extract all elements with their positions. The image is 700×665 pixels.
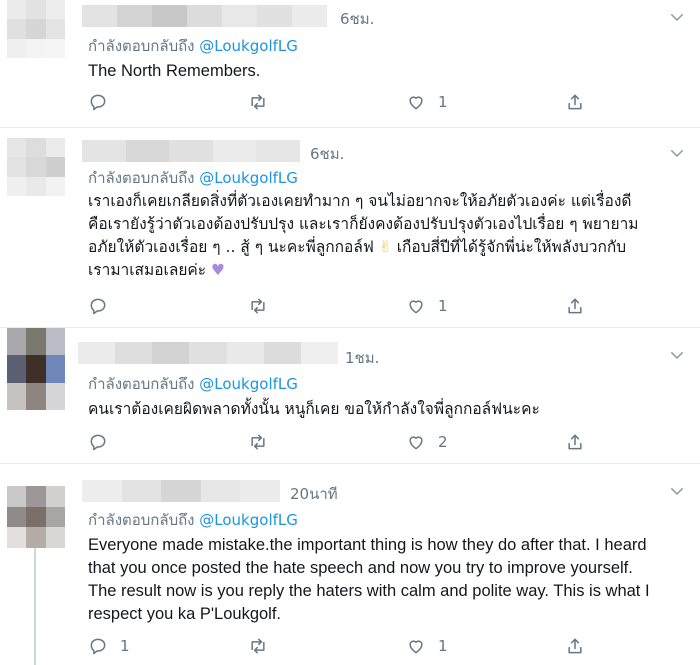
tweet[interactable]: 1ชม. กำลังตอบกลับถึง @LoukgolfLG คนเราต้…	[0, 328, 700, 464]
retweet-icon	[251, 94, 265, 110]
retweet-button[interactable]	[248, 430, 280, 454]
share-icon	[568, 638, 582, 654]
chevron-down-icon[interactable]	[668, 8, 686, 26]
reply-handle-link[interactable]: @LoukgolfLG	[199, 511, 298, 529]
reply-icon	[90, 298, 106, 315]
user-name-blurred[interactable]	[78, 342, 338, 364]
reply-icon	[90, 94, 106, 111]
like-button[interactable]: 1	[406, 294, 448, 318]
tweet-text-segment: อภัยให้ตัวเองเรื่อย ๆ .. สู้ ๆ นะคะพี่ลู…	[88, 238, 374, 256]
replying-to: กำลังตอบกลับถึง @LoukgolfLG	[88, 166, 298, 190]
like-icon	[409, 96, 423, 110]
tweet-time[interactable]: 6ชม.	[310, 142, 344, 166]
reply-prefix: กำลังตอบกลับถึง	[88, 511, 195, 529]
user-name-blurred[interactable]	[82, 140, 300, 162]
tweet-actions: 1	[88, 294, 588, 318]
share-icon	[568, 94, 582, 110]
tweet-text: Everyone made mistake.the important thin…	[88, 534, 688, 626]
tweet[interactable]: 6ชม. กำลังตอบกลับถึง @LoukgolfLG เราเองก…	[0, 128, 700, 328]
reply-handle-link[interactable]: @LoukgolfLG	[199, 375, 298, 393]
retweet-icon	[251, 298, 265, 314]
tweet-time[interactable]: 1ชม.	[345, 346, 379, 370]
share-button[interactable]	[565, 634, 585, 658]
tweet-text-line: respect you ka P'Loukgolf.	[88, 605, 282, 623]
like-count: 2	[438, 433, 448, 451]
tweet-text: The North Remembers.	[88, 62, 261, 80]
tweet[interactable]: 6ชม. กำลังตอบกลับถึง @LoukgolfLG The Nor…	[0, 0, 700, 128]
reply-icon	[90, 638, 106, 655]
tweet-text-line: เราเองก็เคยเกลียดสิ่งที่ตัวเองเคยทำมาก ๆ…	[88, 192, 632, 210]
like-count: 1	[438, 93, 448, 111]
tweet-text-line-with-emoji: เรามาเสมอเลยค่ะ ♥	[88, 259, 688, 282]
avatar[interactable]	[7, 0, 65, 58]
share-icon	[568, 298, 582, 314]
reply-count: 1	[120, 637, 130, 655]
retweet-button[interactable]	[248, 294, 280, 318]
like-count: 1	[438, 297, 448, 315]
thread-connector-line	[34, 548, 36, 665]
reply-handle-link[interactable]: @LoukgolfLG	[199, 169, 298, 187]
user-name-blurred[interactable]	[82, 480, 280, 502]
reply-icon	[90, 434, 106, 451]
retweet-button[interactable]	[248, 634, 280, 658]
share-button[interactable]	[565, 430, 585, 454]
retweet-icon	[251, 638, 265, 654]
like-icon	[409, 300, 423, 314]
share-icon	[568, 434, 582, 450]
chevron-down-icon[interactable]	[668, 482, 686, 500]
retweet-icon	[251, 434, 265, 450]
tweet-text-line: คือเรายังรู้ว่าตัวเองต้องปรับปรุง และเรา…	[88, 215, 639, 233]
replying-to: กำลังตอบกลับถึง @LoukgolfLG	[88, 508, 298, 532]
like-button[interactable]: 1	[406, 634, 448, 658]
reply-button[interactable]: 1	[88, 634, 130, 658]
tweet-text-segment: เรามาเสมอเลยค่ะ	[88, 261, 207, 279]
like-button[interactable]: 2	[406, 430, 448, 454]
tweet-time[interactable]: 6ชม.	[340, 7, 374, 31]
like-icon	[409, 640, 423, 654]
reply-button[interactable]	[88, 430, 120, 454]
reply-button[interactable]	[88, 294, 120, 318]
reply-prefix: กำลังตอบกลับถึง	[88, 375, 195, 393]
tweet-actions: 2	[88, 430, 588, 454]
share-button[interactable]	[565, 90, 585, 114]
tweet-text-line-with-emoji: อภัยให้ตัวเองเรื่อย ๆ .. สู้ ๆ นะคะพี่ลู…	[88, 236, 688, 259]
reply-button[interactable]	[88, 90, 120, 114]
tweet-text-segment: เกือบสี่ปีที่ได้รู้จักพี่น่ะให้พลังบวกกั…	[396, 238, 627, 256]
share-button[interactable]	[565, 294, 585, 318]
retweet-button[interactable]	[248, 90, 280, 114]
avatar[interactable]	[7, 328, 65, 410]
like-icon	[409, 436, 423, 450]
tweet-text-line: that you once posted the hate speech and…	[88, 559, 633, 577]
like-button[interactable]: 1	[406, 90, 448, 114]
tweet-text: คนเราต้องเคยผิดพลาดทั้งนั้น หนูก็เคย ขอใ…	[88, 400, 540, 418]
victory-hand-emoji: ✌	[378, 238, 392, 256]
tweet-actions: 1	[88, 90, 588, 114]
avatar[interactable]	[7, 486, 65, 548]
tweet[interactable]: 20นาที กำลังตอบกลับถึง @LoukgolfLG Every…	[0, 464, 700, 665]
user-name-blurred[interactable]	[82, 5, 327, 27]
purple-heart-emoji: ♥	[211, 261, 225, 279]
tweet-text-line: The result now is you reply the haters w…	[88, 582, 650, 600]
avatar[interactable]	[7, 138, 65, 196]
chevron-down-icon[interactable]	[668, 144, 686, 162]
reply-prefix: กำลังตอบกลับถึง	[88, 37, 195, 55]
chevron-down-icon[interactable]	[668, 346, 686, 364]
tweet-time[interactable]: 20นาที	[290, 482, 338, 506]
like-count: 1	[438, 637, 448, 655]
replying-to: กำลังตอบกลับถึง @LoukgolfLG	[88, 372, 298, 396]
tweet-text-line: Everyone made mistake.the important thin…	[88, 536, 647, 554]
replying-to: กำลังตอบกลับถึง @LoukgolfLG	[88, 34, 298, 58]
tweet-text: เราเองก็เคยเกลียดสิ่งที่ตัวเองเคยทำมาก ๆ…	[88, 190, 688, 282]
tweet-actions: 1 1	[88, 634, 588, 658]
reply-handle-link[interactable]: @LoukgolfLG	[199, 37, 298, 55]
reply-prefix: กำลังตอบกลับถึง	[88, 169, 195, 187]
